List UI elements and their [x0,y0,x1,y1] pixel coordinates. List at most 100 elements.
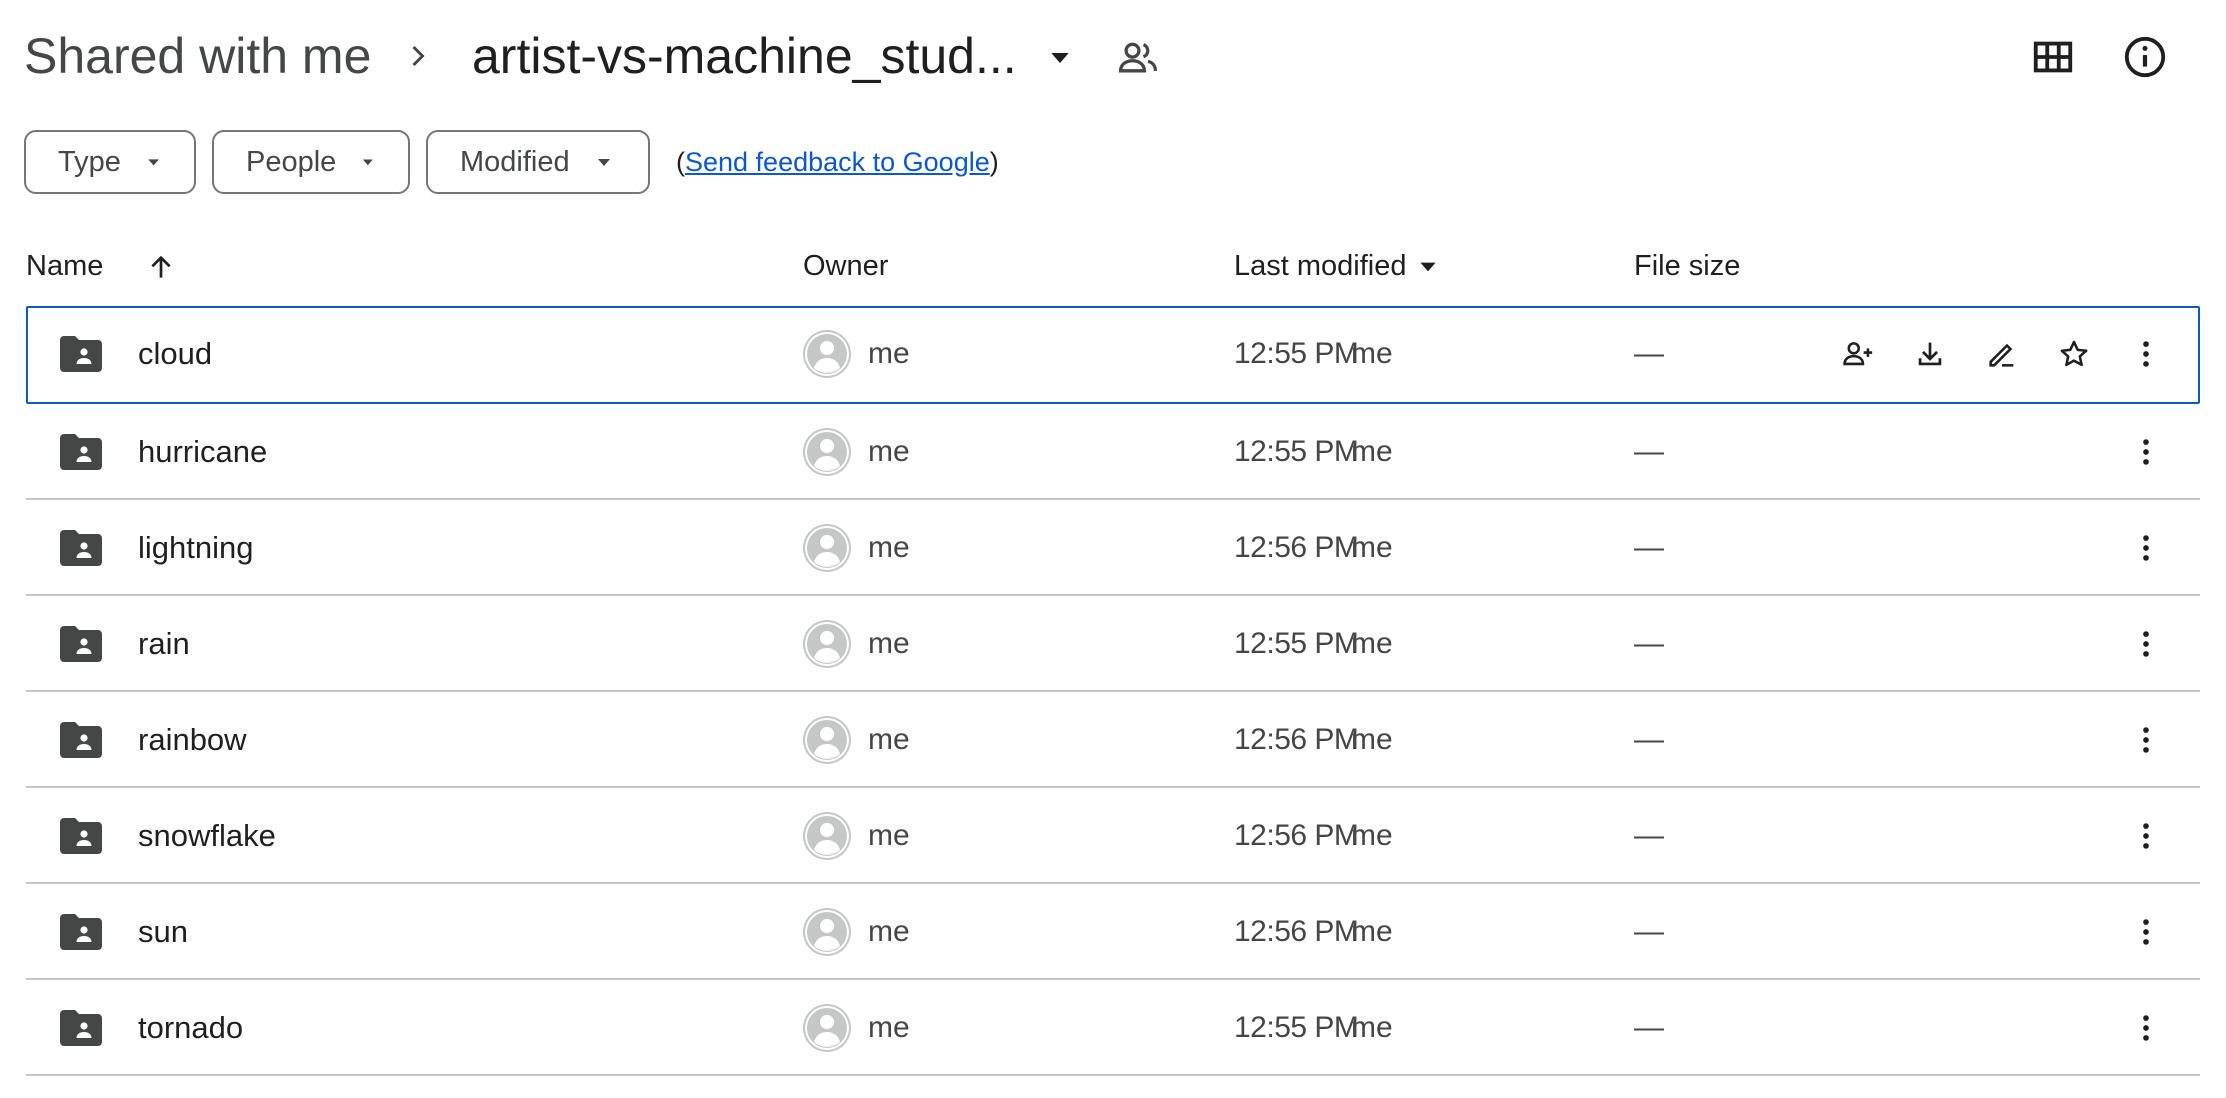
owner-avatar [803,1004,851,1052]
more-vert-icon [2129,723,2163,757]
file-name[interactable]: lightning [138,530,253,566]
more-actions-button[interactable] [2122,812,2170,860]
owner-name: me [868,819,910,852]
modified-by: me [1351,723,1393,756]
pencil-icon [1985,337,2019,371]
file-name[interactable]: snowflake [138,818,276,854]
last-modified-column-header[interactable]: Last modified [1234,250,1441,283]
file-size: — [1634,1011,1664,1044]
name-column-header[interactable]: Name [26,250,177,283]
owner-name: me [868,531,910,564]
modified-by: me [1351,819,1393,852]
file-size: — [1634,915,1664,948]
type-filter-chip[interactable]: Type [24,130,196,194]
grid-view-icon[interactable] [2030,34,2076,80]
send-feedback-link[interactable]: Send feedback to Google [685,147,990,177]
owner-column-label: Owner [803,250,889,282]
shared-people-icon[interactable] [1116,36,1160,80]
owner-name: me [868,435,910,468]
owner-avatar [803,716,851,764]
file-size: — [1634,627,1664,660]
shared-folder-icon [60,530,102,566]
file-size-column-label: File size [1634,250,1741,282]
more-vert-icon [2129,1011,2163,1045]
download-icon [1913,337,1947,371]
shared-folder-icon [60,914,102,950]
file-row-snowflake[interactable]: snowflake me 12:56 PM me — [26,788,2200,884]
modified-by: me [1351,435,1393,468]
rename-button[interactable] [1978,330,2026,378]
more-vert-icon [2129,435,2163,469]
owner-avatar [803,812,851,860]
star-icon [2057,337,2091,371]
chevron-right-icon [412,45,425,67]
file-row-sun[interactable]: sun me 12:56 PM me — [26,884,2200,980]
file-row-rain[interactable]: rain me 12:55 PM me — [26,596,2200,692]
feedback-paren-open: ( [676,146,685,177]
file-row-tornado[interactable]: tornado me 12:55 PM me — [26,980,2200,1076]
modified-by: me [1351,1011,1393,1044]
modified-time: 12:56 PM [1234,723,1359,756]
file-row-hurricane[interactable]: hurricane me 12:55 PM me — [26,404,2200,500]
header: Shared with me artist-vs-machine_stud... [0,0,2226,116]
more-actions-button[interactable] [2122,428,2170,476]
more-actions-button[interactable] [2122,1004,2170,1052]
more-actions-button[interactable] [2122,716,2170,764]
feedback-paren-close: ) [989,146,999,177]
owner-avatar [803,524,851,572]
file-row-cloud[interactable]: cloud me 12:55 PM me — [26,306,2200,404]
modified-time: 12:55 PM [1234,435,1359,468]
file-name[interactable]: cloud [138,336,212,372]
folder-menu-button[interactable] [1040,38,1080,78]
name-column-label: Name [26,250,104,282]
info-icon[interactable] [2122,34,2168,80]
file-row-lightning[interactable]: lightning me 12:56 PM me — [26,500,2200,596]
owner-name: me [868,337,910,370]
download-button[interactable] [1906,330,1954,378]
caret-down-icon [597,159,610,166]
file-name[interactable]: tornado [138,1010,243,1046]
file-name[interactable]: rainbow [138,722,247,758]
modified-time: 12:56 PM [1234,531,1359,564]
file-row-rainbow[interactable]: rainbow me 12:56 PM me — [26,692,2200,788]
caret-down-icon [363,159,374,166]
more-vert-icon [2129,627,2163,661]
modified-time: 12:55 PM [1234,1011,1359,1044]
modified-time: 12:55 PM [1234,627,1359,660]
people-filter-label: People [246,145,337,178]
person-add-icon [1841,337,1875,371]
file-name[interactable]: sun [138,914,188,950]
more-actions-button[interactable] [2122,524,2170,572]
more-actions-button[interactable] [2122,330,2170,378]
modified-filter-chip[interactable]: Modified [426,130,650,194]
owner-name: me [868,723,910,756]
owner-name: me [868,915,910,948]
modified-time: 12:56 PM [1234,819,1359,852]
file-size: — [1634,819,1664,852]
more-actions-button[interactable] [2122,908,2170,956]
people-filter-chip[interactable]: People [212,130,410,194]
owner-name: me [868,1011,910,1044]
file-list: cloud me 12:55 PM me — hurricane me 12:55 PM me —… [26,304,2200,1076]
owner-avatar [803,908,851,956]
file-size: — [1634,435,1664,468]
file-size: — [1634,337,1664,370]
file-name[interactable]: rain [138,626,190,662]
breadcrumb-shared-with-me[interactable]: Shared with me [24,26,371,86]
shared-folder-icon [60,722,102,758]
owner-avatar [803,428,851,476]
file-name[interactable]: hurricane [138,434,267,470]
shared-folder-icon [60,336,102,372]
more-actions-button[interactable] [2122,620,2170,668]
last-modified-column-label: Last modified [1234,250,1407,282]
owner-avatar [803,330,851,378]
arrow-up-icon[interactable] [145,251,177,283]
shared-folder-icon [60,818,102,854]
star-button[interactable] [2050,330,2098,378]
breadcrumb-current-folder[interactable]: artist-vs-machine_stud... [472,26,1017,86]
caret-down-icon [1419,262,1436,271]
share-button[interactable] [1834,330,1882,378]
column-headers: Name Owner Last modified File size [0,240,2226,296]
modified-time: 12:55 PM [1234,337,1359,370]
modified-by: me [1351,627,1393,660]
